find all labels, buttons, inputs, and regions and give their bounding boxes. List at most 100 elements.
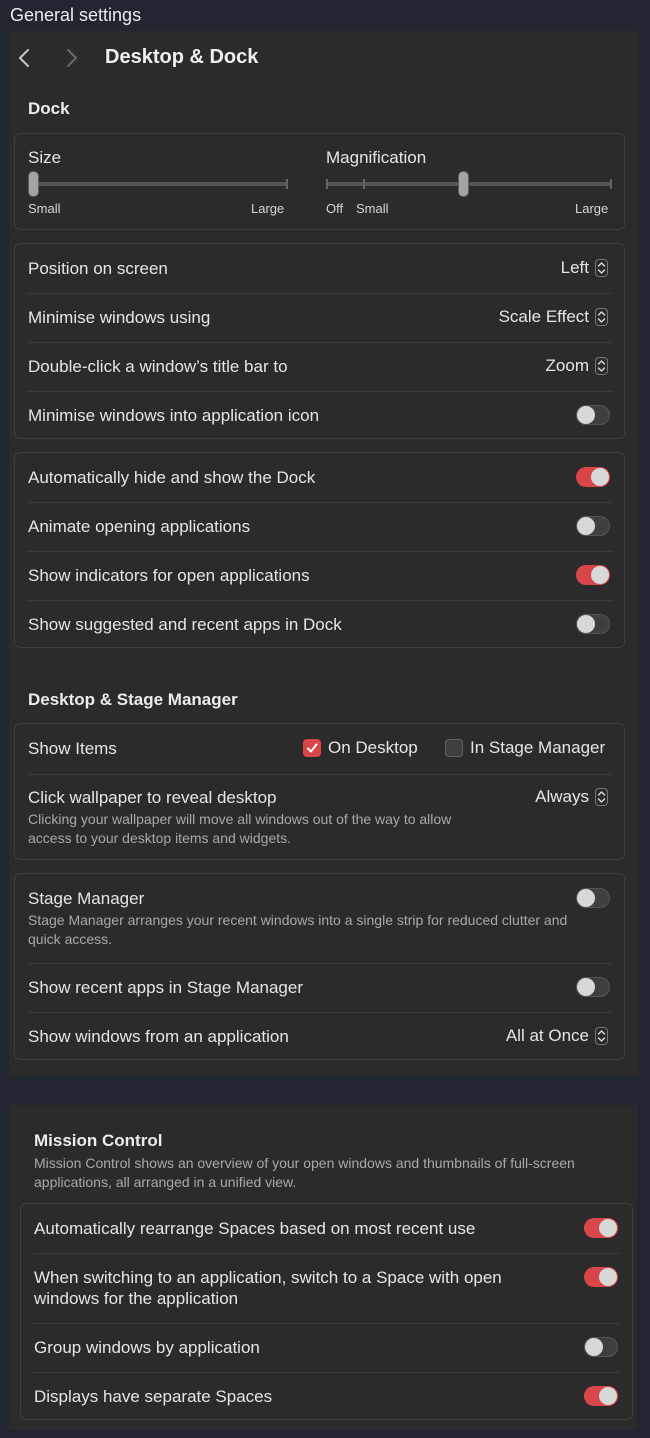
minimise-using-popup[interactable]: Scale Effect: [499, 307, 608, 327]
dock-behaviour-group: Position on screen Left Minimise windows…: [14, 243, 625, 439]
auto-rearrange-toggle[interactable]: [584, 1218, 618, 1238]
in-stage-manager-checkbox[interactable]: In Stage Manager: [445, 738, 605, 758]
window-title: Desktop & Dock: [105, 46, 259, 68]
show-items-row: Show Items On Desktop In Stage Manager: [15, 724, 624, 774]
auto-hide-toggle[interactable]: [576, 467, 610, 487]
position-popup[interactable]: Left: [561, 258, 608, 278]
magnification-slider-track[interactable]: [327, 182, 611, 186]
show-windows-popup[interactable]: All at Once: [506, 1026, 608, 1046]
dock-sliders-group: Size Small Large Magnification Off Small…: [14, 133, 625, 230]
stage-manager-row: Stage Manager Stage Manager arranges you…: [15, 874, 624, 963]
mission-control-panel: Mission Control Mission Control shows an…: [9, 1105, 637, 1430]
top-title: General settings: [10, 5, 142, 25]
section-title-dock: Dock: [28, 99, 70, 118]
switch-to-space-toggle[interactable]: [584, 1267, 618, 1287]
position-label: Position on screen: [28, 259, 168, 278]
magnification-slider-tick: [610, 179, 612, 189]
stage-manager-toggle[interactable]: [576, 888, 610, 908]
magnification-label: Magnification: [326, 148, 427, 167]
show-suggested-toggle[interactable]: [576, 614, 610, 634]
show-recent-apps-row: Show recent apps in Stage Manager: [15, 963, 624, 1012]
minimise-using-row: Minimise windows using Scale Effect: [15, 293, 624, 342]
size-label: Size: [28, 148, 62, 167]
show-indicators-row: Show indicators for open applications: [15, 551, 624, 600]
stage-manager-group: Stage Manager Stage Manager arranges you…: [14, 873, 625, 1060]
show-suggested-row: Show suggested and recent apps in Dock: [15, 600, 624, 649]
show-recent-apps-label: Show recent apps in Stage Manager: [28, 978, 304, 997]
up-down-chevron-icon: [595, 357, 608, 375]
group-windows-label: Group windows by application: [34, 1338, 260, 1357]
mission-control-group: Automatically rearrange Spaces based on …: [20, 1203, 633, 1420]
auto-hide-row: Automatically hide and show the Dock: [15, 453, 624, 502]
size-max-label: Large: [251, 201, 285, 216]
group-windows-row: Group windows by application: [21, 1323, 632, 1372]
magnification-min-label: Small: [356, 201, 389, 216]
click-wallpaper-label: Click wallpaper to reveal desktop: [28, 788, 277, 807]
show-items-label: Show Items: [28, 739, 117, 758]
size-slider-thumb[interactable]: [28, 171, 39, 197]
up-down-chevron-icon: [595, 259, 608, 277]
show-indicators-toggle[interactable]: [576, 565, 610, 585]
show-indicators-label: Show indicators for open applications: [28, 566, 310, 585]
mission-control-description: Mission Control shows an overview of you…: [34, 1155, 575, 1190]
minimise-using-value: Scale Effect: [498, 307, 589, 326]
double-click-label: Double-click a window’s title bar to: [28, 357, 288, 376]
auto-rearrange-row: Automatically rearrange Spaces based on …: [21, 1204, 632, 1253]
magnification-slider-thumb[interactable]: [458, 171, 469, 197]
up-down-chevron-icon: [595, 788, 608, 806]
stage-manager-description: Stage Manager arranges your recent windo…: [28, 912, 568, 947]
up-down-chevron-icon: [595, 1027, 608, 1045]
chevron-left-icon: [19, 49, 29, 67]
group-windows-toggle[interactable]: [584, 1337, 618, 1357]
minimise-using-label: Minimise windows using: [28, 308, 211, 327]
auto-rearrange-label: Automatically rearrange Spaces based on …: [34, 1219, 476, 1238]
magnification-off-label: Off: [326, 201, 344, 216]
show-suggested-label: Show suggested and recent apps in Dock: [28, 615, 342, 634]
position-value: Left: [560, 258, 589, 277]
separate-spaces-toggle[interactable]: [584, 1386, 618, 1406]
in-stage-manager-label: In Stage Manager: [470, 738, 606, 757]
size-slider-track[interactable]: [30, 182, 288, 186]
animate-opening-row: Animate opening applications: [15, 502, 624, 551]
animate-opening-toggle[interactable]: [576, 516, 610, 536]
auto-hide-label: Automatically hide and show the Dock: [28, 468, 316, 487]
stage-manager-label: Stage Manager: [28, 889, 145, 908]
up-down-chevron-icon: [595, 308, 608, 326]
desktop-dock-panel: Desktop & Dock Dock Size Small Large Mag…: [9, 31, 639, 1076]
switch-to-space-label: When switching to an application, switch…: [34, 1268, 502, 1308]
back-button[interactable]: [13, 46, 37, 70]
in-stage-manager-checkbox-box: [445, 739, 463, 757]
magnification-slider-tick: [326, 179, 328, 189]
size-slider-tick: [286, 179, 288, 189]
magnification-slider-tick: [363, 179, 365, 189]
separate-spaces-row: Displays have separate Spaces: [21, 1372, 632, 1421]
checkmark-icon: [307, 743, 318, 753]
position-row: Position on screen Left: [15, 244, 624, 293]
show-windows-label: Show windows from an application: [28, 1027, 289, 1046]
click-wallpaper-row: Click wallpaper to reveal desktop Clicki…: [15, 774, 624, 861]
switch-to-space-row: When switching to an application, switch…: [21, 1253, 632, 1323]
chevron-right-icon: [67, 49, 77, 67]
section-title-desktop-stage: Desktop & Stage Manager: [28, 690, 238, 709]
on-desktop-label: On Desktop: [328, 738, 418, 757]
toolbar: Desktop & Dock: [9, 31, 639, 87]
minimise-into-icon-toggle[interactable]: [576, 405, 610, 425]
show-recent-apps-toggle[interactable]: [576, 977, 610, 997]
size-min-label: Small: [28, 201, 61, 216]
section-title-mission-control: Mission Control: [34, 1131, 163, 1150]
animate-opening-label: Animate opening applications: [28, 517, 251, 536]
on-desktop-checkbox[interactable]: On Desktop: [303, 738, 418, 758]
double-click-value: Zoom: [545, 356, 589, 375]
dock-options-group: Automatically hide and show the Dock Ani…: [14, 452, 625, 648]
click-wallpaper-description: Clicking your wallpaper will move all wi…: [28, 811, 452, 846]
forward-button[interactable]: [59, 46, 83, 70]
click-wallpaper-popup[interactable]: Always: [535, 787, 608, 807]
separate-spaces-label: Displays have separate Spaces: [34, 1387, 273, 1406]
click-wallpaper-value: Always: [535, 787, 589, 806]
show-windows-value: All at Once: [505, 1026, 589, 1045]
desktop-group: Show Items On Desktop In Stage Manager C…: [14, 723, 625, 860]
minimise-into-icon-row: Minimise windows into application icon: [15, 391, 624, 440]
magnification-max-label: Large: [575, 201, 609, 216]
on-desktop-checkbox-box: [303, 739, 321, 757]
double-click-popup[interactable]: Zoom: [546, 356, 608, 376]
